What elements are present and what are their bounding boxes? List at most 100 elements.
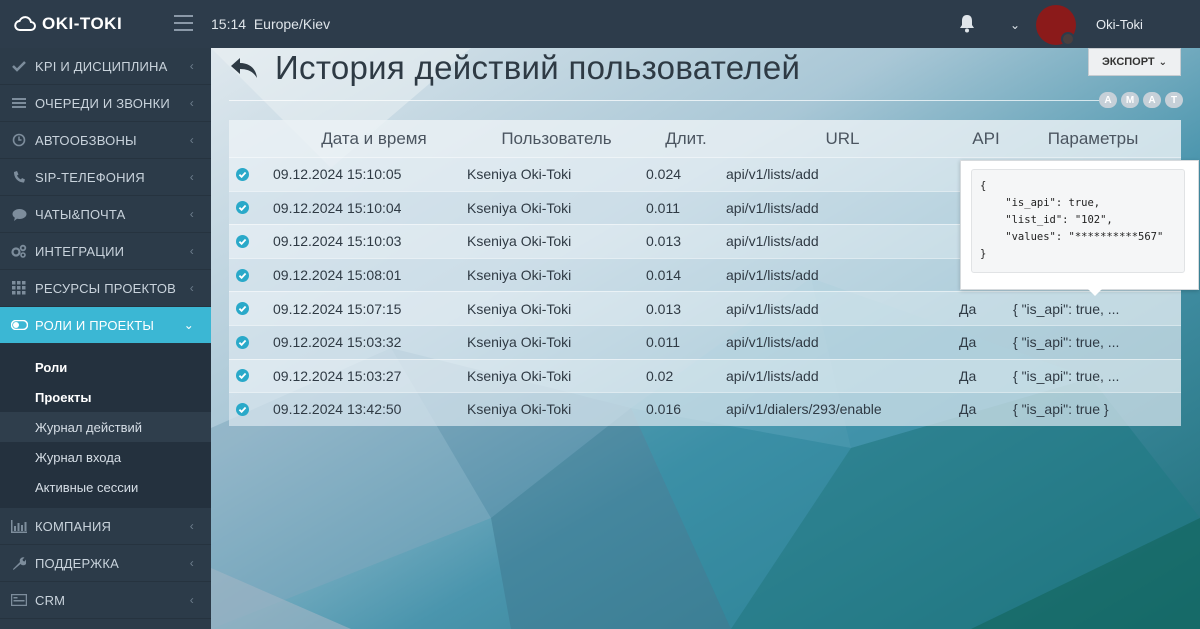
cell-duration: 0.014: [646, 267, 682, 284]
table-row[interactable]: 09.12.2024 15:03:32 Kseniya Oki-Toki 0.011…: [229, 324, 1181, 359]
cell-url: api/v1/lists/add: [726, 267, 819, 284]
chevron-left-icon: ‹: [189, 207, 194, 221]
cell-api: Да: [959, 367, 977, 384]
sidebar-item-company[interactable]: КОМПАНИЯ ‹: [0, 508, 211, 545]
sidebar-item-label: CRM: [35, 592, 66, 608]
sidebar-item-chats[interactable]: ЧАТЫ&ПОЧТА ‹: [0, 196, 211, 233]
card-icon: [10, 593, 28, 607]
table-header: Дата и время Пользователь Длит. URL API …: [229, 120, 1181, 157]
cell-user: Kseniya Oki-Toki: [467, 300, 572, 317]
chevron-left-icon: ‹: [189, 593, 194, 607]
cell-user: Kseniya Oki-Toki: [467, 166, 572, 183]
sidebar-item-support[interactable]: ПОДДЕРЖКА ‹: [0, 545, 211, 582]
cell-user: Kseniya Oki-Toki: [467, 233, 572, 250]
cloud-icon: [14, 16, 36, 31]
cell-duration: 0.011: [646, 334, 680, 351]
clock-icon: [10, 133, 28, 147]
letter-filter-t[interactable]: T: [1165, 92, 1183, 108]
header-duration[interactable]: Длит.: [646, 129, 726, 149]
cell-api: Да: [959, 300, 977, 317]
sidebar-item-resources[interactable]: РЕСУРСЫ ПРОЕКТОВ ‹: [0, 270, 211, 307]
check-circle-icon: [229, 335, 253, 349]
chevron-left-icon: ‹: [189, 556, 194, 570]
page-header: История действий пользователей: [229, 48, 800, 88]
sidebar-item-label: КОМПАНИЯ: [35, 518, 112, 534]
cell-url: api/v1/dialers/293/enable: [726, 401, 882, 418]
check-circle-icon: [229, 268, 253, 282]
header-params[interactable]: Параметры: [1013, 129, 1173, 149]
cell-url: api/v1/lists/add: [726, 233, 819, 250]
cell-user: Kseniya Oki-Toki: [467, 367, 572, 384]
cell-datetime: 09.12.2024 15:03:27: [273, 367, 402, 384]
chevron-left-icon: ‹: [189, 133, 194, 147]
cell-params: { "is_api": true, ...: [1013, 367, 1120, 384]
cell-datetime: 09.12.2024 15:10:05: [273, 166, 402, 183]
cell-url: api/v1/lists/add: [726, 300, 819, 317]
check-icon: [10, 59, 28, 73]
cell-api: Да: [959, 334, 977, 351]
clock: 15:14 Europe/Kiev: [211, 16, 330, 32]
filter-letters: A M A T: [1099, 92, 1183, 108]
header-datetime[interactable]: Дата и время: [253, 129, 467, 149]
letter-filter-m[interactable]: M: [1121, 92, 1139, 108]
cell-duration: 0.013: [646, 300, 682, 317]
export-button[interactable]: ЭКСПОРТ ⌄: [1088, 48, 1181, 76]
cogs-icon: [10, 244, 28, 258]
username[interactable]: Oki-Toki: [1096, 17, 1143, 32]
current-time: 15:14: [211, 16, 247, 32]
chevron-down-icon: ⌄: [1158, 56, 1168, 68]
cell-duration: 0.016: [646, 401, 682, 418]
header-api[interactable]: API: [959, 129, 1013, 149]
check-circle-icon: [229, 302, 253, 316]
letter-filter-a[interactable]: A: [1099, 92, 1117, 108]
chevron-left-icon: ‹: [189, 96, 194, 110]
submenu-item-roles[interactable]: Роли: [0, 352, 211, 382]
cell-datetime: 09.12.2024 13:42:50: [273, 401, 402, 418]
submenu-item-login-log[interactable]: Журнал входа: [0, 442, 211, 472]
sidebar-item-integrations[interactable]: ИНТЕГРАЦИИ ‹: [0, 233, 211, 270]
sidebar-item-label: SIP-ТЕЛЕФОНИЯ: [35, 169, 145, 185]
chevron-down-icon[interactable]: ⌄: [1010, 18, 1020, 32]
sidebar-item-label: KPI И ДИСЦИПЛИНА: [35, 58, 168, 74]
submenu-item-action-log[interactable]: Журнал действий: [0, 412, 211, 442]
header-url[interactable]: URL: [726, 129, 959, 149]
sidebar-item-label: ПОДДЕРЖКА: [35, 555, 120, 571]
sidebar-item-queues[interactable]: ОЧЕРЕДИ И ЗВОНКИ ‹: [0, 85, 211, 122]
export-button-label: ЭКСПОРТ: [1101, 56, 1155, 68]
cell-datetime: 09.12.2024 15:03:32: [273, 334, 402, 351]
submenu-item-active-sessions[interactable]: Активные сессии: [0, 472, 211, 502]
cell-datetime: 09.12.2024 15:10:04: [273, 199, 402, 216]
sidebar-item-label: АВТООБЗВОНЫ: [35, 132, 137, 148]
logo[interactable]: OKI-TOKI: [14, 14, 122, 34]
menu-toggle-icon[interactable]: [174, 15, 193, 31]
sidebar-item-label: ОЧЕРЕДИ И ЗВОНКИ: [35, 95, 170, 111]
top-bar: OKI-TOKI 15:14 Europe/Kiev ⌄ Oki-Toki: [0, 0, 1200, 48]
check-circle-icon: [229, 167, 253, 181]
params-json: { "is_api": true, "list_id": "102", "val…: [971, 169, 1185, 273]
cell-duration: 0.02: [646, 367, 674, 384]
back-arrow-icon[interactable]: [229, 56, 259, 80]
table-row[interactable]: 09.12.2024 15:03:27 Kseniya Oki-Toki 0.02 a…: [229, 358, 1181, 393]
sidebar-item-roles-projects[interactable]: РОЛИ И ПРОЕКТЫ ⌄: [0, 307, 211, 344]
sidebar: KPI И ДИСЦИПЛИНА ‹ ОЧЕРЕДИ И ЗВОНКИ ‹ АВ…: [0, 48, 211, 629]
sidebar-item-kpi[interactable]: KPI И ДИСЦИПЛИНА ‹: [0, 48, 211, 85]
chevron-left-icon: ‹: [189, 59, 194, 73]
sidebar-item-label: РОЛИ И ПРОЕКТЫ: [35, 317, 155, 333]
letter-filter-a2[interactable]: A: [1143, 92, 1161, 108]
header-user[interactable]: Пользователь: [467, 129, 646, 149]
timezone: Europe/Kiev: [253, 16, 331, 32]
list-icon: [10, 96, 28, 110]
sidebar-item-dialers[interactable]: АВТООБЗВОНЫ ‹: [0, 122, 211, 159]
sidebar-item-crm[interactable]: CRM ‹: [0, 582, 211, 619]
cell-datetime: 09.12.2024 15:08:01: [273, 267, 402, 284]
chat-icon: [10, 207, 28, 221]
params-tooltip: { "is_api": true, "list_id": "102", "val…: [960, 160, 1199, 290]
sidebar-item-sip[interactable]: SIP-ТЕЛЕФОНИЯ ‹: [0, 159, 211, 196]
table-row[interactable]: 09.12.2024 13:42:50 Kseniya Oki-Toki 0.016…: [229, 392, 1181, 426]
table-row[interactable]: 09.12.2024 15:07:15 Kseniya Oki-Toki 0.013…: [229, 291, 1181, 325]
chevron-left-icon: ‹: [189, 170, 194, 184]
bell-icon[interactable]: [958, 14, 976, 38]
status-dot: [1061, 32, 1075, 46]
submenu-item-projects[interactable]: Проекты: [0, 382, 211, 412]
cell-url: api/v1/lists/add: [726, 166, 819, 183]
